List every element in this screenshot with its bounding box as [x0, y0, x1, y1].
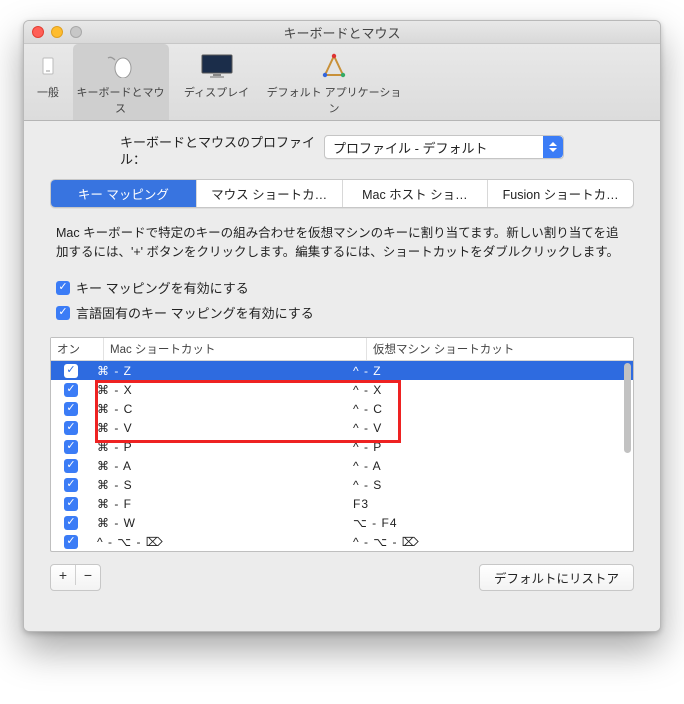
display-icon [169, 50, 264, 82]
add-remove: + − [50, 564, 101, 591]
table-row[interactable]: ✓ ⌘ - C^ - C [51, 399, 633, 418]
tab-key-mapping[interactable]: キー マッピング [51, 180, 197, 207]
mouse-icon [73, 50, 168, 82]
table-row[interactable]: ✓ ⌘ - W⌥ - F4 [51, 513, 633, 532]
table-row[interactable]: ✓ ⌘ - FF3 [51, 494, 633, 513]
row-checkbox[interactable]: ✓ [64, 516, 78, 530]
row-checkbox[interactable]: ✓ [64, 364, 78, 378]
scroll-thumb[interactable] [624, 363, 631, 453]
profile-label: キーボードとマウスのプロファイル： [120, 135, 320, 169]
general-icon [24, 50, 72, 82]
toolbar-keyboard-mouse[interactable]: キーボードとマウス [73, 44, 169, 120]
table-row[interactable]: ✓ ⌘ - Z^ - Z [51, 361, 633, 380]
col-on[interactable]: オン [51, 338, 104, 360]
row-checkbox[interactable]: ✓ [64, 535, 78, 549]
remove-button[interactable]: − [76, 565, 100, 585]
checkbox-icon: ✓ [56, 281, 70, 295]
row-mac-shortcut: ⌘ - X [91, 383, 347, 397]
row-mac-shortcut: ⌘ - S [91, 478, 347, 492]
toolbar-label: キーボードとマウス [73, 84, 168, 116]
row-vm-shortcut: ^ - Z [347, 364, 633, 378]
tab-fusion-shortcuts[interactable]: Fusion ショートカ… [488, 180, 633, 207]
row-vm-shortcut: ^ - C [347, 402, 633, 416]
preferences-window: キーボードとマウス 一般 キーボードとマウス ディスプレイ デフォルト アプリケ… [23, 20, 661, 632]
toolbar-label: ディスプレイ [169, 84, 264, 100]
profile-value: プロファイル - デフォルト [333, 138, 488, 157]
col-vm[interactable]: 仮想マシン ショートカット [367, 338, 633, 360]
tab-mouse-shortcuts[interactable]: マウス ショートカ… [197, 180, 343, 207]
row-vm-shortcut: F3 [347, 497, 633, 511]
footer: + − デフォルトにリストア [50, 564, 634, 591]
row-mac-shortcut: ⌘ - V [91, 421, 347, 435]
row-vm-shortcut: ^ - X [347, 383, 633, 397]
toolbar-label: 一般 [24, 84, 72, 100]
titlebar: キーボードとマウス [24, 21, 660, 44]
row-mac-shortcut: ⌘ - F [91, 497, 347, 511]
toolbar-label: デフォルト アプリケーション [265, 84, 403, 116]
row-vm-shortcut: ⌥ - F4 [347, 516, 633, 530]
table-row[interactable]: ✓ ⌘ - S^ - S [51, 475, 633, 494]
row-vm-shortcut: ^ - ⌥ - ⌦ [347, 535, 633, 549]
row-mac-shortcut: ⌘ - W [91, 516, 347, 530]
mapping-table: オン Mac ショートカット 仮想マシン ショートカット ✓ ⌘ - Z^ - Z… [50, 337, 634, 552]
row-checkbox[interactable]: ✓ [64, 383, 78, 397]
restore-defaults-button[interactable]: デフォルトにリストア [479, 564, 634, 591]
table-row[interactable]: ✓ ⌘ - A^ - A [51, 456, 633, 475]
toolbar-display[interactable]: ディスプレイ [169, 44, 265, 120]
row-mac-shortcut: ⌘ - P [91, 440, 347, 454]
table-header: オン Mac ショートカット 仮想マシン ショートカット [51, 338, 633, 361]
row-vm-shortcut: ^ - S [347, 478, 633, 492]
row-checkbox[interactable]: ✓ [64, 497, 78, 511]
window-title: キーボードとマウス [24, 23, 660, 42]
content: キーボードとマウスのプロファイル： プロファイル - デフォルト キー マッピン… [24, 121, 660, 631]
table-row[interactable]: ✓ ⌘ - V^ - V [51, 418, 633, 437]
apps-icon [265, 50, 403, 82]
checkbox-icon: ✓ [56, 306, 70, 320]
row-vm-shortcut: ^ - A [347, 459, 633, 473]
checkbox-label: キー マッピングを有効にする [76, 278, 249, 297]
scrollbar[interactable] [623, 363, 631, 549]
description-text: Mac キーボードで特定のキーの組み合わせを仮想マシンのキーに割り当てます。新し… [50, 224, 634, 276]
row-mac-shortcut: ⌘ - Z [91, 364, 347, 378]
row-checkbox[interactable]: ✓ [64, 459, 78, 473]
row-vm-shortcut: ^ - V [347, 421, 633, 435]
profile-row: キーボードとマウスのプロファイル： プロファイル - デフォルト [50, 131, 634, 179]
row-checkbox[interactable]: ✓ [64, 402, 78, 416]
toolbar-general[interactable]: 一般 [24, 44, 73, 120]
table-row[interactable]: ✓ ⌘ - P^ - P [51, 437, 633, 456]
toolbar-default-apps[interactable]: デフォルト アプリケーション [265, 44, 404, 120]
enable-key-mapping-row[interactable]: ✓ キー マッピングを有効にする [50, 275, 634, 300]
table-row[interactable]: ✓ ^ - ⌥ - ⌦^ - ⌥ - ⌦ [51, 532, 633, 551]
table-row[interactable]: ✓ ⌘ - X^ - X [51, 380, 633, 399]
row-checkbox[interactable]: ✓ [64, 478, 78, 492]
col-mac[interactable]: Mac ショートカット [104, 338, 367, 360]
row-vm-shortcut: ^ - P [347, 440, 633, 454]
enable-language-mapping-row[interactable]: ✓ 言語固有のキー マッピングを有効にする [50, 300, 634, 325]
toolbar: 一般 キーボードとマウス ディスプレイ デフォルト アプリケーション [24, 44, 660, 121]
row-checkbox[interactable]: ✓ [64, 421, 78, 435]
dropdown-arrows-icon [543, 136, 563, 158]
checkbox-label: 言語固有のキー マッピングを有効にする [76, 303, 314, 322]
table-body: ✓⌘ - Z^ - Z✓⌘ - X^ - X✓⌘ - C^ - C✓⌘ - V^… [51, 361, 633, 551]
profile-dropdown[interactable]: プロファイル - デフォルト [324, 135, 564, 159]
add-button[interactable]: + [51, 565, 76, 585]
tabs: キー マッピング マウス ショートカ… Mac ホスト ショ… Fusion シ… [50, 179, 634, 208]
row-checkbox[interactable]: ✓ [64, 440, 78, 454]
row-mac-shortcut: ⌘ - A [91, 459, 347, 473]
row-mac-shortcut: ^ - ⌥ - ⌦ [91, 535, 347, 549]
tab-mac-host-shortcuts[interactable]: Mac ホスト ショ… [343, 180, 489, 207]
row-mac-shortcut: ⌘ - C [91, 402, 347, 416]
